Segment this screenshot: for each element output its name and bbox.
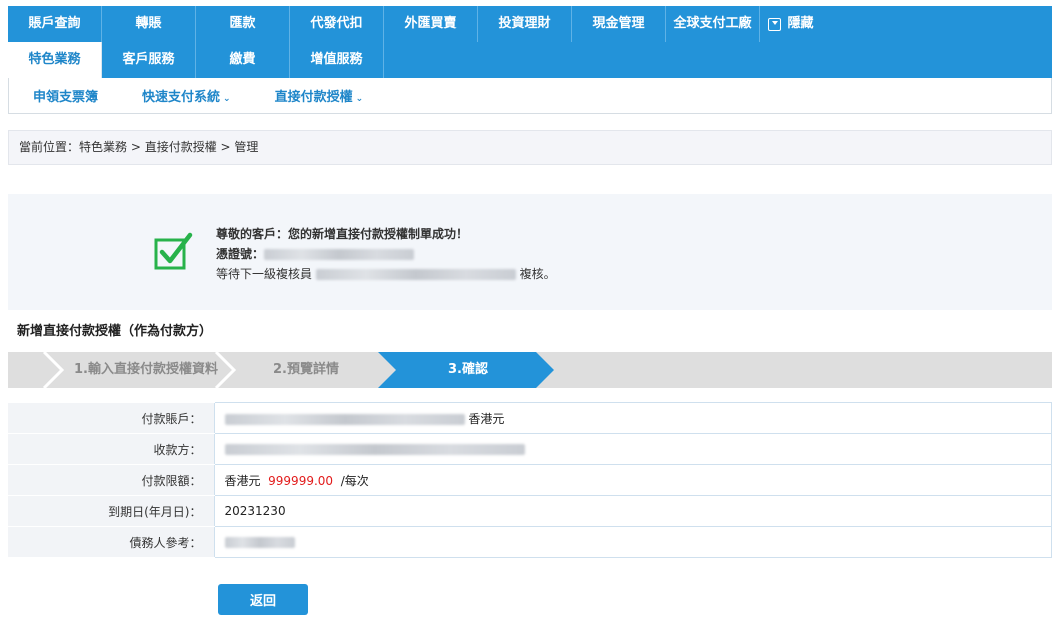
debtor-reference-value <box>213 526 1052 558</box>
breadcrumb-prefix: 當前位置： <box>19 140 80 154</box>
subnav-item-ddi[interactable]: 直接付款授權 ⌄ <box>275 86 364 105</box>
payment-limit-label: 付款限額： <box>8 464 214 496</box>
table-row: 債務人參考： <box>8 526 1052 558</box>
subnav-item-chequebook[interactable]: 申領支票簿 <box>33 86 98 105</box>
chevron-down-icon: ⌄ <box>223 94 231 104</box>
back-button[interactable]: 返回 <box>218 584 308 615</box>
reviewer-redacted <box>315 269 516 280</box>
step-2-label: 2.預覽詳情 <box>273 362 339 377</box>
nav-item-cash-management[interactable]: 現金管理 <box>572 6 666 42</box>
payee-label: 收款方： <box>8 433 214 465</box>
limit-currency: 香港元 <box>224 473 261 488</box>
table-row: 付款限額： 香港元 999999.00 /每次 <box>8 464 1052 496</box>
table-row: 付款賬戶： 香港元 <box>8 402 1052 434</box>
subnav-item-fps[interactable]: 快速支付系統 ⌄ <box>142 86 231 105</box>
expiry-date-value: 20231230 <box>213 495 1052 527</box>
nav-hide-label: 隱藏 <box>787 16 814 31</box>
voucher-number-redacted <box>264 249 415 260</box>
payment-limit-value: 香港元 999999.00 /每次 <box>213 464 1052 496</box>
payment-account-currency: 香港元 <box>468 411 505 426</box>
voucher-label: 憑證號： <box>216 247 265 261</box>
table-row: 到期日(年月日)： 20231230 <box>8 495 1052 527</box>
success-text: 尊敬的客戶：您的新增直接付款授權制單成功！ 憑證號： 等待下一級複核員 複核。 <box>216 224 556 284</box>
payment-account-label: 付款賬戶： <box>8 402 214 434</box>
success-message-box: 尊敬的客戶：您的新增直接付款授權制單成功！ 憑證號： 等待下一級複核員 複核。 <box>8 194 1052 310</box>
step-0-shape <box>8 352 62 388</box>
reference-redacted <box>224 537 295 548</box>
breadcrumb: 當前位置：特色業務 > 直接付款授權 > 管理 <box>8 130 1052 165</box>
nav-item-customer-service[interactable]: 客戶服務 <box>102 42 196 78</box>
debtor-reference-label: 債務人參考： <box>8 526 214 558</box>
pending-suffix: 複核。 <box>519 267 556 281</box>
success-title: 尊敬的客戶：您的新增直接付款授權制單成功！ <box>216 227 469 241</box>
subnav-fps-label: 快速支付系統 <box>142 90 221 105</box>
main-nav-row1: 賬戶查詢 轉賬 匯款 代發代扣 外匯買賣 投資理財 現金管理 全球支付工廠 隱藏 <box>8 6 1052 42</box>
pending-prefix: 等待下一級複核員 <box>216 267 313 281</box>
subnav-ddi-label: 直接付款授權 <box>274 90 353 105</box>
expiry-date-label: 到期日(年月日)： <box>8 495 214 527</box>
step-3-label: 3.確認 <box>448 362 488 377</box>
table-row: 收款方： <box>8 433 1052 465</box>
confirmation-table: 付款賬戶： 香港元 收款方： 付款限額： 香港元 999999.00 /每次 到… <box>8 402 1052 558</box>
main-nav-row2: 特色業務 客戶服務 繳費 增值服務 <box>8 42 1052 78</box>
breadcrumb-current: 管理 <box>234 140 259 154</box>
collapse-icon <box>768 17 782 31</box>
nav-item-fx[interactable]: 外匯買賣 <box>384 6 478 42</box>
payment-account-value: 香港元 <box>213 402 1052 434</box>
nav-item-investment[interactable]: 投資理財 <box>478 6 572 42</box>
chevron-down-icon: ⌄ <box>355 94 364 104</box>
nav-item-payroll[interactable]: 代發代扣 <box>290 6 384 42</box>
step-1-divider <box>214 352 237 388</box>
step-1-label: 1.輸入直接付款授權資料 <box>74 362 218 377</box>
breadcrumb-path: 特色業務 > 直接付款授權 > <box>79 140 235 154</box>
limit-unit: /每次 <box>340 473 369 488</box>
nav-item-account-inquiry[interactable]: 賬戶查詢 <box>8 6 102 42</box>
nav-item-bill-payment[interactable]: 繳費 <box>196 42 290 78</box>
voucher-line: 憑證號： <box>216 244 556 264</box>
payee-value <box>213 433 1052 465</box>
check-success-icon <box>154 232 193 270</box>
nav-item-special-business[interactable]: 特色業務 <box>8 42 102 78</box>
limit-amount: 999999.00 <box>268 473 334 488</box>
nav-item-global-payment[interactable]: 全球支付工廠 <box>666 6 760 42</box>
pending-line: 等待下一級複核員 複核。 <box>216 264 556 284</box>
step-indicator: 1.輸入直接付款授權資料 2.預覽詳情 3.確認 <box>8 352 1052 388</box>
nav-item-remittance[interactable]: 匯款 <box>196 6 290 42</box>
subnav-chequebook-label: 申領支票簿 <box>33 90 99 105</box>
payee-redacted <box>224 444 525 455</box>
nav-item-transfer[interactable]: 轉賬 <box>102 6 196 42</box>
sub-nav: 申領支票簿 快速支付系統 ⌄ 直接付款授權 ⌄ <box>8 78 1052 114</box>
account-redacted <box>224 413 465 425</box>
nav-hide-toggle[interactable]: 隱藏 <box>760 6 822 42</box>
section-title: 新增直接付款授權（作為付款方） <box>17 324 213 339</box>
nav-item-value-added[interactable]: 增值服務 <box>290 42 384 78</box>
